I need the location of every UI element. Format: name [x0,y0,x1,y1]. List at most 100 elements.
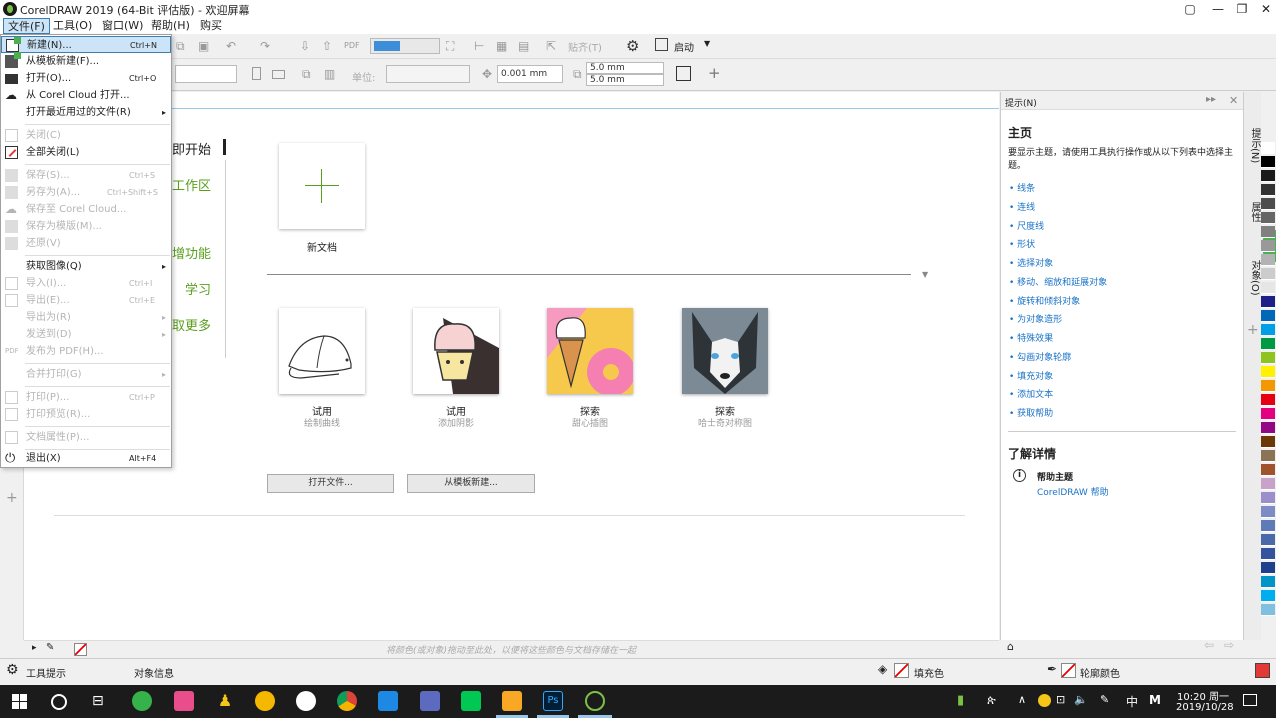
menu-item-new-from-template[interactable]: 从模板新建(F)... [1,52,171,70]
clock-date[interactable]: 2019/10/28 [1176,702,1234,713]
card-draw-curves[interactable] [279,308,365,394]
ime-mode[interactable]: M [1149,693,1161,707]
palette-swatch[interactable] [1261,240,1275,252]
card-add-shadow[interactable] [413,308,499,394]
color-proof-icon[interactable] [1255,663,1270,678]
file-explorer-icon[interactable] [502,691,522,711]
battery-icon[interactable]: ▮ [957,693,964,708]
hint-link-fill[interactable]: • 填充对象 [1009,369,1053,382]
windows-start-icon[interactable] [12,694,28,710]
hint-link-text[interactable]: • 添加文本 [1009,387,1053,400]
menu-item-print-preview[interactable]: 打印预览(R)... [1,406,171,423]
zoom-select[interactable] [370,38,440,54]
palette-swatch[interactable] [1261,562,1275,574]
menu-item-revert[interactable]: 还原(V) [1,235,171,252]
palette-swatch[interactable] [1261,380,1275,392]
menu-help[interactable]: 帮助(H) [147,18,194,34]
add-icon[interactable]: + [708,64,721,82]
palette-swatch[interactable] [1261,198,1275,210]
menu-item-new[interactable]: 新建(N)... Ctrl+N [1,36,171,53]
settings-gear-icon[interactable]: ⚙ [6,662,19,678]
menu-item-export-for[interactable]: 导出为(R) ▸ [1,309,171,326]
minimize-button[interactable]: — [1206,0,1230,18]
chevron-down-icon[interactable]: ▼ [704,39,710,48]
pen-input-icon[interactable]: ✎ [1100,693,1109,706]
palette-swatch[interactable] [1261,604,1275,616]
bilibili-icon[interactable] [174,691,194,711]
landscape-icon[interactable] [272,70,285,79]
menu-item-save-as[interactable]: 另存为(A)... Ctrl+Shift+S [1,184,171,201]
hint-link-shaping[interactable]: • 为对象造形 [1009,312,1062,325]
photoshop-icon[interactable]: Ps [543,691,563,711]
page-size-field[interactable] [175,65,237,83]
tray-app-icon[interactable] [1038,694,1051,707]
palette-swatch[interactable] [1261,408,1275,420]
clock-time[interactable]: 10:20 周一 [1176,688,1230,703]
network-icon[interactable]: ⊡ [1056,693,1065,706]
extension-icon[interactable] [255,691,275,711]
palette-swatch[interactable] [1261,436,1275,448]
close-docker-icon[interactable]: ✕ [1229,94,1238,107]
side-nav-learn[interactable]: 学习 [185,279,211,298]
menu-item-save-template[interactable]: 保存为模版(M)... [1,218,171,235]
palette-swatch[interactable] [1261,212,1275,224]
menu-item-export[interactable]: 导出(E)... Ctrl+E [1,292,171,309]
nudge-distance-field[interactable]: 0.001 mm [497,65,563,83]
paste-icon[interactable]: ▣ [198,36,209,56]
palette-swatch[interactable] [1261,324,1275,336]
menu-window[interactable]: 窗口(W) [98,18,147,34]
menu-item-open[interactable]: 打开(O)... Ctrl+O [1,70,171,87]
palette-swatch[interactable] [1261,170,1275,182]
palette-swatch[interactable] [1261,366,1275,378]
snap-dropdown[interactable]: 贴齐(T) [568,39,602,54]
fill-color-swatch[interactable] [894,663,909,678]
snap-icon[interactable]: ⇱ [546,36,556,56]
maximize-button[interactable]: ❐ [1230,0,1254,18]
palette-swatch[interactable] [1261,590,1275,602]
menu-item-close-all[interactable]: 全部关闭(L) [1,144,171,161]
menu-item-print-merge[interactable]: 合并打印(G) ▸ [1,366,171,383]
new-from-template-button[interactable]: 从模板新建... [407,474,535,493]
redo-icon[interactable]: ↷ [260,36,270,56]
menu-item-send-to[interactable]: 发送到(D) ▸ [1,326,171,343]
tab-objects[interactable]: 对象(O) [1247,260,1262,296]
palette-swatch[interactable] [1261,310,1275,322]
import-icon[interactable]: ⇩ [300,36,310,56]
current-page-icon[interactable]: ▥ [324,64,335,84]
new-document-tile[interactable] [279,143,365,229]
tab-hints[interactable]: 提示(N) [1247,128,1262,163]
open-file-button[interactable]: 打开文件... [267,474,394,493]
back-arrow-icon[interactable]: ⇦ [1204,638,1214,652]
forward-arrow-icon[interactable]: ⇨ [1224,638,1234,652]
palette-swatch[interactable] [1261,352,1275,364]
coreldraw-taskbar-icon[interactable] [585,691,605,711]
duplicate-x-field[interactable]: 5.0 mm [586,62,664,74]
hint-link-help[interactable]: • 获取帮助 [1009,406,1053,419]
restore-panel-button[interactable]: ▢ [1178,0,1202,18]
feishu-icon[interactable] [420,691,440,711]
launch-dropdown[interactable]: 启动 [674,39,694,54]
menu-item-open-cloud[interactable]: ☁ 从 Corel Cloud 打开... [1,87,171,104]
full-screen-icon[interactable]: ⛶ [446,36,454,56]
hint-link-connectors[interactable]: • 连线 [1009,200,1035,213]
palette-swatch[interactable] [1261,226,1275,238]
outline-color-swatch[interactable] [1061,663,1076,678]
menu-item-print[interactable]: 打印(P)... Ctrl+P [1,389,171,406]
tray-expand-icon[interactable]: ∧ [1018,693,1026,706]
palette-swatch[interactable] [1261,268,1275,280]
palette-swatch[interactable] [1261,520,1275,532]
palette-swatch[interactable] [1261,338,1275,350]
expand-chevron-icon[interactable]: ▼ [922,270,928,279]
menu-item-save-cloud[interactable]: ☁ 保存至 Corel Cloud... [1,201,171,218]
browser-icon[interactable] [132,691,152,711]
menu-file[interactable]: 文件(F) [3,18,50,34]
hint-link-dimension[interactable]: • 尺度线 [1009,219,1044,232]
ime-language[interactable]: 中 [1126,693,1138,710]
eyedropper-icon[interactable]: ✎ [46,642,54,653]
palette-swatch[interactable] [1261,254,1275,266]
user-icon[interactable]: ጵ [987,693,996,708]
palette-swatch[interactable] [1261,184,1275,196]
palette-swatch[interactable] [1261,394,1275,406]
wechat-icon[interactable] [296,691,316,711]
close-button[interactable]: ✕ [1254,0,1276,18]
